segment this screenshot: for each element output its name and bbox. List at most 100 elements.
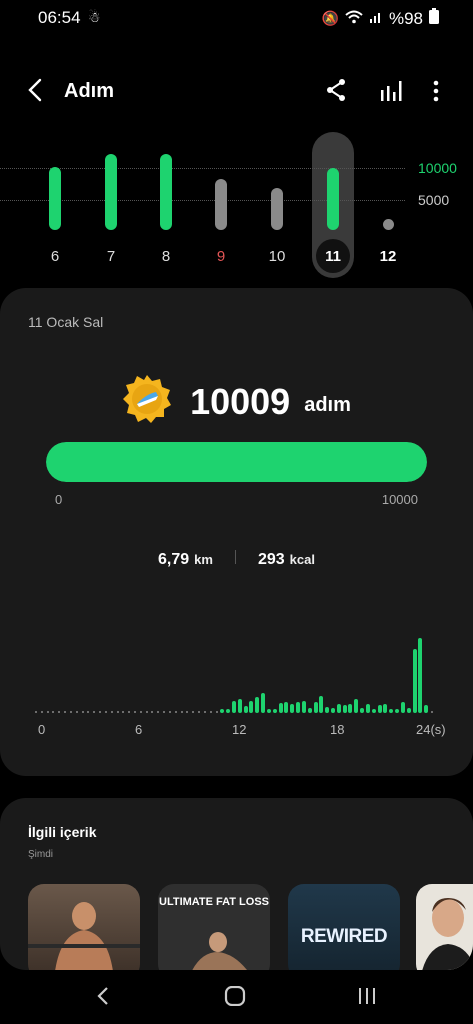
hourly-bar: [354, 699, 359, 713]
hourly-empty-dot: [157, 711, 160, 713]
hourly-tick-label: 0: [38, 722, 46, 737]
hourly-bar: [424, 705, 429, 713]
hourly-bar: [336, 704, 341, 713]
battery-text: %98: [388, 8, 423, 28]
more-vert-icon[interactable]: [433, 80, 439, 107]
weekly-steps-chart[interactable]: 10000 5000 56789101112: [0, 130, 473, 280]
weekly-day-label: 11: [325, 248, 341, 265]
hourly-bar: [342, 705, 347, 713]
hourly-empty-dot: [139, 711, 142, 713]
hourly-empty-dot: [180, 711, 183, 713]
related-item-caption: ULTIMATE FAT LOSS: [159, 896, 269, 908]
weekly-day-label: 9: [216, 248, 226, 265]
status-icons: 🔕 %98: [322, 8, 439, 29]
steps-row: 10009 adım: [0, 374, 473, 429]
hourly-bar: [313, 702, 318, 713]
system-nav-bar: [0, 972, 473, 1024]
hourly-empty-dot: [87, 711, 90, 713]
progress-max-label: 10000: [381, 492, 418, 507]
hourly-bar: [232, 701, 236, 713]
nav-recents-icon[interactable]: [358, 986, 376, 1011]
hourly-bar: [278, 703, 283, 713]
share-icon[interactable]: [325, 78, 347, 107]
status-bar: 06:54 ☃ 🔕 %98: [0, 0, 473, 36]
related-subtitle: Şimdi: [28, 849, 54, 860]
hourly-empty-dot: [128, 711, 131, 713]
hourly-bar: [284, 702, 289, 713]
signal-icon: [369, 9, 383, 29]
weekly-bar-8[interactable]: [160, 153, 172, 230]
battery-icon: [429, 8, 439, 29]
hourly-empty-dot: [198, 711, 201, 713]
app-header: Adım: [0, 60, 473, 120]
hourly-empty-dot: [215, 711, 218, 713]
hourly-empty-dot: [192, 711, 195, 713]
hourly-empty-dot: [81, 711, 84, 713]
steps-unit: adım: [304, 394, 351, 416]
hourly-bar: [255, 697, 260, 713]
hourly-bar: [389, 709, 394, 713]
stats-row: 6,79 km 293 kcal: [0, 550, 473, 569]
weekly-day-label: 8: [161, 248, 171, 265]
hourly-bar: [331, 708, 335, 713]
hourly-empty-dot: [35, 711, 37, 713]
hourly-empty-dot: [75, 711, 78, 713]
weekly-bar-12[interactable]: [383, 219, 394, 230]
distance-value: 6,79: [158, 551, 190, 568]
hourly-bar: [383, 704, 388, 713]
hourly-empty-dot: [46, 711, 49, 713]
calories-value: 293: [257, 551, 285, 568]
hourly-empty-dot: [122, 711, 125, 713]
hourly-empty-dot: [93, 711, 96, 713]
weekly-bar-11[interactable]: [327, 167, 339, 230]
hourly-empty-dot: [145, 711, 148, 713]
hourly-bar: [237, 699, 242, 713]
back-arrow-icon[interactable]: [26, 78, 44, 107]
weekly-day-label: 6: [50, 248, 60, 265]
hourly-bar: [226, 709, 231, 713]
notification-icon: ☃: [88, 9, 101, 25]
weekly-day-label: 5: [0, 248, 14, 265]
related-item-person[interactable]: [416, 884, 473, 970]
hourly-tick-label: 18: [330, 722, 345, 737]
hourly-bar: [261, 693, 266, 713]
hourly-empty-dot: [134, 711, 136, 713]
hourly-bar: [319, 696, 324, 713]
hourly-tick-label: 6: [135, 722, 143, 737]
weekly-bar-6[interactable]: [49, 166, 61, 230]
weekly-bar-9[interactable]: [215, 179, 227, 230]
hourly-bar: [406, 708, 411, 713]
hourly-bar: [243, 706, 248, 713]
status-time: 06:54: [38, 8, 81, 27]
hourly-bar: [307, 708, 312, 713]
wifi-icon: [345, 9, 363, 29]
nav-home-icon[interactable]: [224, 985, 246, 1011]
hourly-empty-dot: [209, 711, 212, 713]
daily-summary-card: 11 Ocak Sal 10009 adım 0 10000 6,79 km 2…: [0, 288, 473, 776]
hourly-bar: [272, 709, 277, 713]
distance-unit: km: [194, 552, 213, 567]
hourly-bar: [360, 708, 365, 713]
related-item-workout[interactable]: [28, 884, 140, 970]
hourly-empty-dot: [186, 711, 189, 713]
hourly-bar: [377, 705, 382, 713]
hourly-empty-dot: [69, 711, 72, 713]
hourly-empty-dot: [168, 711, 171, 713]
goal-progress-bar: [46, 442, 427, 482]
weekly-bar-7[interactable]: [105, 153, 117, 230]
related-content-card: İlgili içerik Şimdi ULTIMATE FAT LOSS RE…: [0, 798, 473, 970]
hourly-steps-chart[interactable]: 0 6 12 18 24(s): [0, 618, 473, 748]
hourly-bar: [371, 709, 376, 713]
related-item-rewired[interactable]: REWIRED: [288, 884, 400, 970]
weekly-day-label: 10: [268, 248, 286, 265]
hourly-empty-dot: [40, 711, 43, 713]
related-item-fat-loss[interactable]: ULTIMATE FAT LOSS: [158, 884, 270, 970]
hourly-empty-dot: [110, 711, 113, 713]
hourly-bar: [290, 704, 295, 713]
hourly-empty-dot: [203, 711, 206, 713]
hourly-empty-dot: [431, 711, 433, 713]
bar-chart-icon[interactable]: [380, 80, 402, 107]
hourly-bar: [249, 701, 254, 713]
weekly-bar-10[interactable]: [271, 188, 283, 230]
nav-back-icon[interactable]: [96, 986, 110, 1011]
